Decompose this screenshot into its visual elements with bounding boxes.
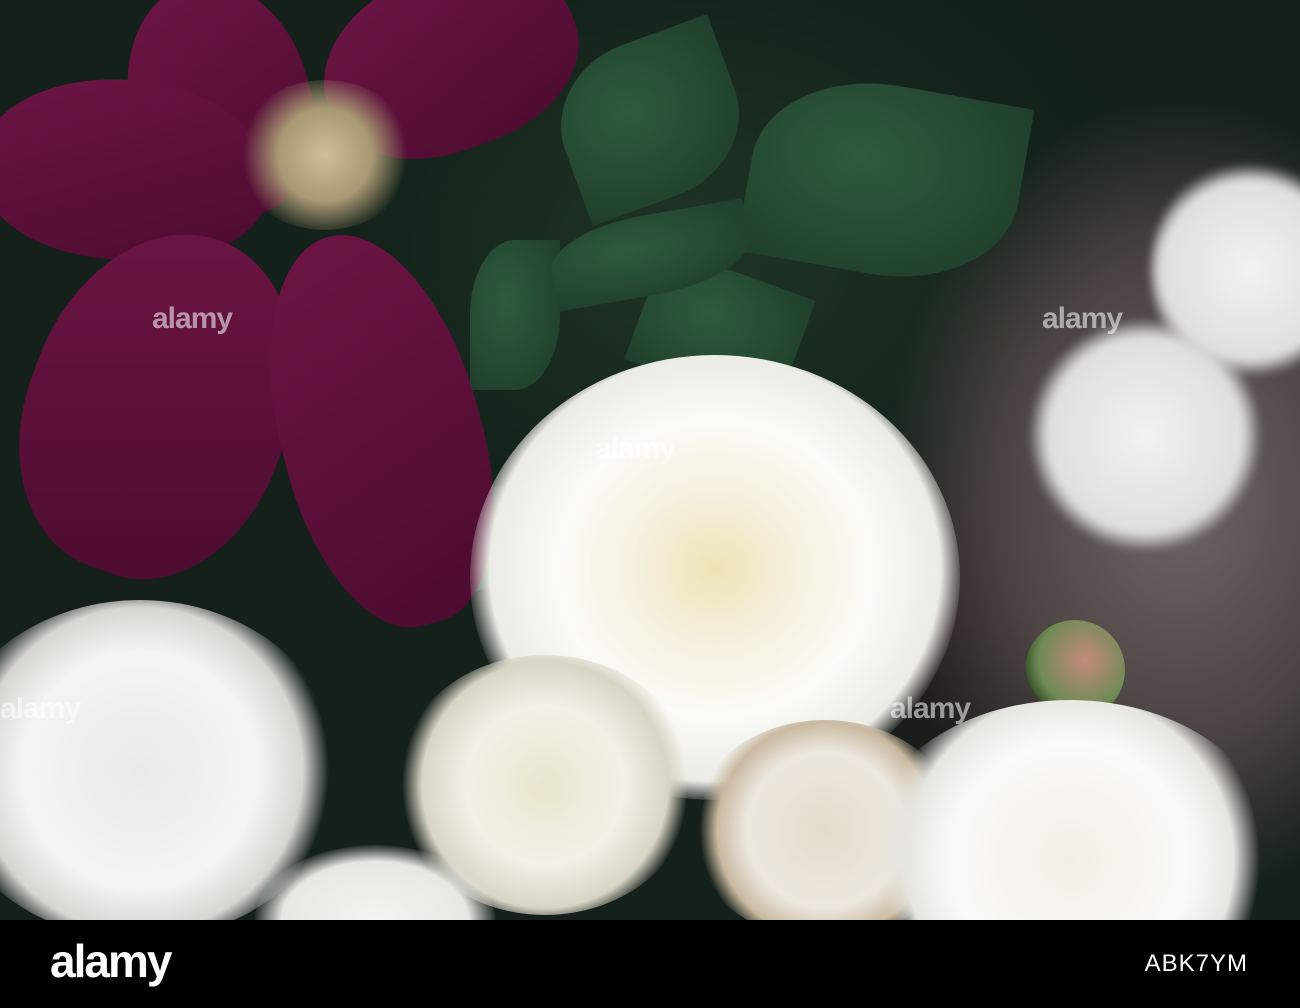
alamy-logo: alamy: [50, 935, 172, 987]
footer-bar: alamy ABK7YM: [0, 920, 1300, 1008]
leaf: [735, 63, 1035, 297]
watermark: alamy: [595, 432, 676, 465]
watermark: alamy: [152, 302, 233, 335]
leaf: [470, 240, 560, 390]
photo: alamy alamy alamy alamy alamy: [0, 0, 1300, 920]
image-code: ABK7YM: [1144, 950, 1248, 977]
watermark: alamy: [1042, 302, 1123, 335]
watermark: alamy: [890, 692, 971, 725]
watermark: alamy: [0, 692, 81, 725]
rose: [860, 700, 1280, 920]
